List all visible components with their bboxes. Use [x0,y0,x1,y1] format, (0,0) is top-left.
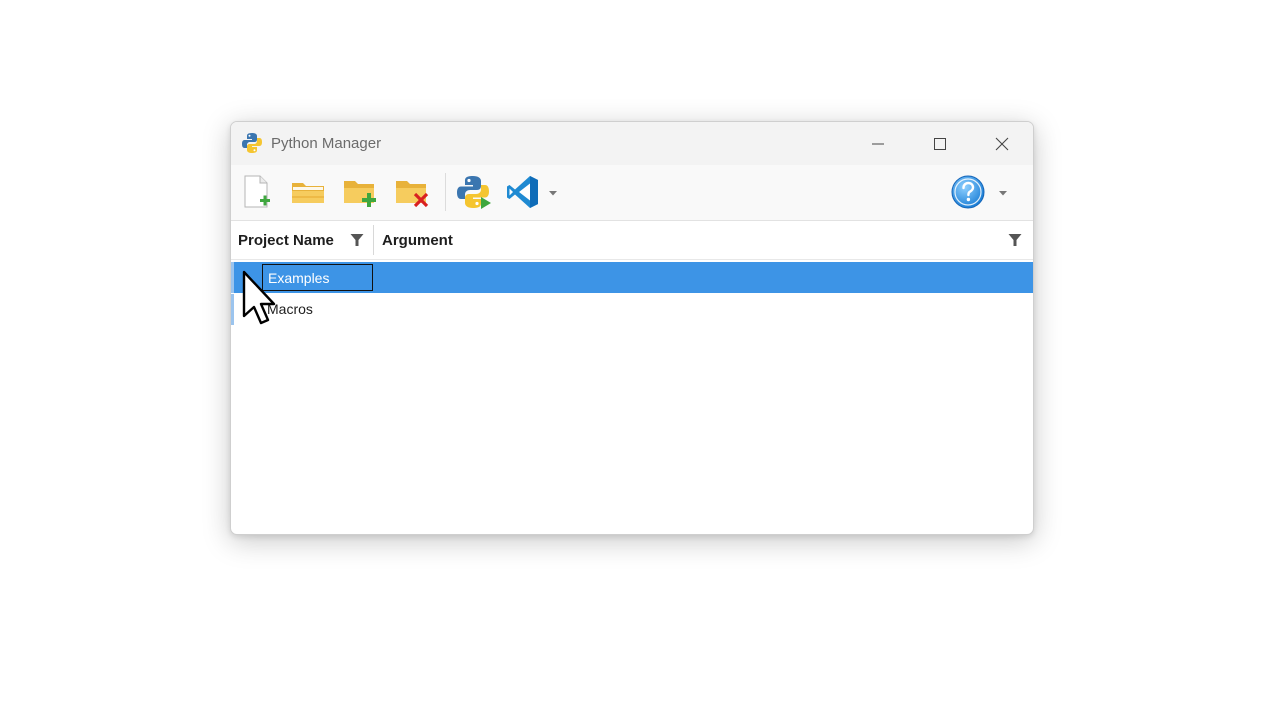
add-folder-button[interactable] [341,172,381,212]
toolbar [231,165,1033,221]
python-manager-window: Python Manager Project Name Argument Exa… [230,121,1034,535]
help-button[interactable] [948,172,988,212]
table-row[interactable]: Examples [231,262,1033,293]
table-row[interactable]: Macros [231,294,1033,325]
help-dropdown-arrow-icon[interactable] [998,189,1008,197]
vscode-icon [507,176,538,208]
python-run-icon [457,176,491,209]
project-name-filter-icon[interactable] [350,233,364,247]
open-folder-button[interactable] [288,172,328,212]
grid-header: Project Name Argument [231,221,1033,260]
folder-open-icon [292,183,324,203]
delete-folder-button[interactable] [393,172,433,212]
window-title: Python Manager [271,135,382,152]
vscode-dropdown-arrow-icon[interactable] [548,189,558,197]
help-icon [951,175,985,209]
close-button[interactable] [971,122,1033,165]
python-logo-icon [242,133,262,153]
argument-filter-icon[interactable] [1008,233,1022,247]
title-bar[interactable]: Python Manager [231,122,1033,165]
maximize-icon [934,137,946,150]
close-icon [995,137,1009,150]
toolbar-separator [445,173,446,211]
minimize-icon [872,143,884,144]
row-indicator [231,294,234,325]
column-header-label: Argument [382,231,453,249]
maximize-button[interactable] [909,122,971,165]
column-header-label: Project Name [238,231,334,249]
new-file-icon [244,175,270,208]
folder-add-icon [344,181,376,207]
row-indicator [231,262,234,293]
new-project-button[interactable] [236,172,276,212]
folder-delete-icon [396,181,429,208]
open-vscode-button[interactable] [503,172,543,212]
mouse-cursor-icon [242,270,276,325]
column-header-argument[interactable]: Argument [382,221,982,259]
run-python-button[interactable] [454,172,494,212]
minimize-button[interactable] [847,122,909,165]
column-divider[interactable] [373,225,374,255]
